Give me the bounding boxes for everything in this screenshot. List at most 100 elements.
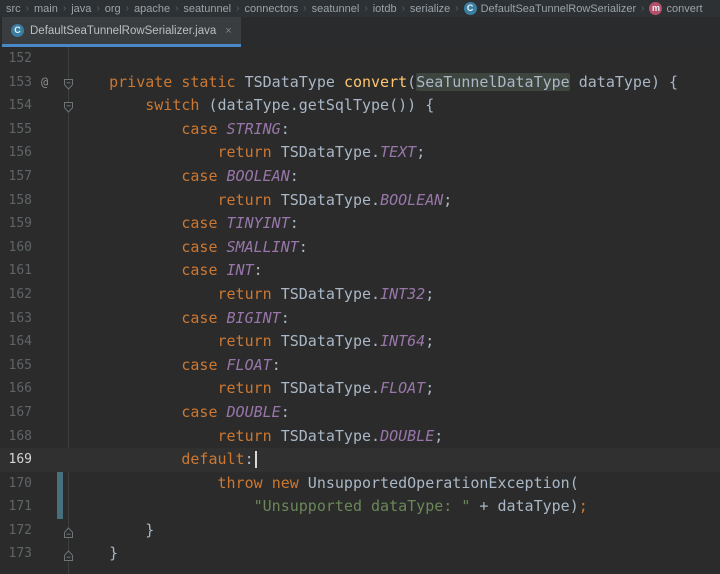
gutter: 169 <box>0 448 73 472</box>
breadcrumb-separator: › <box>236 3 240 14</box>
breadcrumb-item[interactable]: iotdb <box>373 3 397 15</box>
line-number[interactable]: 155 <box>0 118 32 142</box>
editor-tab[interactable]: C DefaultSeaTunnelRowSerializer.java × <box>2 17 241 47</box>
fold-icon[interactable] <box>62 547 75 562</box>
code-token: return <box>217 284 272 303</box>
code-editor[interactable]: 152 153 @ private static TSDataType conver… <box>0 47 720 574</box>
code-line: 157 case BOOLEAN: <box>0 165 720 189</box>
line-number[interactable]: 167 <box>0 401 32 425</box>
line-number[interactable]: 171 <box>0 495 32 519</box>
breadcrumb-item[interactable]: seatunnel <box>312 3 360 15</box>
breadcrumb-item[interactable]: org <box>105 3 121 15</box>
breadcrumb-item[interactable]: connectors <box>244 3 298 15</box>
breadcrumb-label: main <box>34 2 58 15</box>
line-number[interactable]: 170 <box>0 472 32 496</box>
line-number[interactable]: 169 <box>0 448 32 472</box>
code-token: BOOLEAN <box>226 166 290 185</box>
code-line: 166 return TSDataType.FLOAT; <box>0 377 720 401</box>
code-text[interactable]: return TSDataType.TEXT; <box>73 141 426 165</box>
code-text[interactable]: return TSDataType.DOUBLE; <box>73 425 444 449</box>
code-token: : <box>280 119 290 138</box>
line-number[interactable]: 172 <box>0 519 32 543</box>
gutter: 156 <box>0 141 73 165</box>
code-text[interactable]: case BIGINT: <box>73 307 290 331</box>
line-number[interactable]: 165 <box>0 354 32 378</box>
code-line: 169 default: <box>0 448 720 472</box>
breadcrumb-separator: › <box>303 3 307 14</box>
breadcrumb-label: java <box>71 2 92 15</box>
breadcrumb-item[interactable]: serialize <box>410 3 450 15</box>
line-number[interactable]: 156 <box>0 141 32 165</box>
annotation-icon: @ <box>41 74 49 89</box>
line-number[interactable]: 158 <box>0 189 32 213</box>
code-text[interactable]: return TSDataType.BOOLEAN; <box>73 189 453 213</box>
line-number[interactable]: 166 <box>0 377 32 401</box>
code-text[interactable]: throw new UnsupportedOperationException( <box>73 472 579 496</box>
code-text[interactable]: private static TSDataType convert(SeaTun… <box>73 71 678 95</box>
code-token: return <box>217 332 272 351</box>
code-token: TSDataType. <box>271 190 381 209</box>
breadcrumb-label: iotdb <box>372 2 397 15</box>
code-line: 165 case FLOAT: <box>0 354 720 378</box>
breadcrumb-item[interactable]: m convert <box>649 2 703 15</box>
breadcrumb-item[interactable]: main <box>34 3 58 15</box>
fold-icon[interactable] <box>62 99 75 113</box>
code-text[interactable]: return TSDataType.FLOAT; <box>73 377 435 401</box>
line-number[interactable]: 162 <box>0 283 32 307</box>
code-token: ; <box>425 332 435 351</box>
fold-icon[interactable] <box>62 524 75 538</box>
line-number[interactable]: 160 <box>0 236 32 260</box>
code-token: TEXT <box>380 143 417 162</box>
code-token: static <box>181 72 236 91</box>
code-text[interactable]: default: <box>73 448 257 472</box>
gutter: 168 <box>0 425 73 449</box>
breadcrumb-item[interactable]: seatunnel <box>183 3 231 15</box>
line-number[interactable]: 161 <box>0 259 32 283</box>
line-number[interactable]: 163 <box>0 307 32 331</box>
code-token: ; <box>578 497 588 516</box>
line-number[interactable]: 153 <box>0 71 32 95</box>
breadcrumb-item[interactable]: src <box>6 3 21 15</box>
line-number[interactable]: 154 <box>0 94 32 118</box>
breadcrumb-item[interactable]: java <box>71 3 91 15</box>
line-number[interactable]: 159 <box>0 212 32 236</box>
line-number[interactable]: 173 <box>0 542 32 566</box>
line-number[interactable]: 168 <box>0 425 32 449</box>
code-text[interactable]: } <box>73 542 118 566</box>
code-token: : <box>280 308 290 327</box>
tab-close-icon[interactable]: × <box>225 25 231 37</box>
code-text[interactable]: case FLOAT: <box>73 354 280 378</box>
code-token: FLOAT <box>380 379 426 398</box>
code-token: case <box>181 214 218 233</box>
breadcrumb-item[interactable]: C DefaultSeaTunnelRowSerializer <box>463 2 636 15</box>
code-token: : <box>280 402 290 421</box>
breadcrumb-item[interactable]: apache <box>134 3 170 15</box>
line-number[interactable]: 164 <box>0 330 32 354</box>
gutter: 152 <box>0 47 73 71</box>
code-token: } <box>73 544 119 563</box>
code-text[interactable]: } <box>73 519 154 543</box>
code-token: ; <box>416 143 426 162</box>
code-text[interactable]: return TSDataType.INT64; <box>73 330 435 354</box>
code-text[interactable]: case TINYINT: <box>73 212 298 236</box>
code-text[interactable]: case INT: <box>73 259 262 283</box>
fold-icon[interactable] <box>62 76 75 90</box>
code-token: BIGINT <box>226 308 281 327</box>
code-text[interactable]: switch (dataType.getSqlType()) { <box>73 94 434 118</box>
line-number[interactable]: 157 <box>0 165 32 189</box>
gutter: 153 @ <box>0 71 73 95</box>
code-text[interactable]: case BOOLEAN: <box>73 165 298 189</box>
code-text[interactable]: "Unsupported dataType: " + dataType); <box>73 495 588 519</box>
code-text[interactable]: case SMALLINT: <box>73 236 307 260</box>
code-text[interactable]: case DOUBLE: <box>73 401 290 425</box>
code-text[interactable]: return TSDataType.INT32; <box>73 283 435 307</box>
text-caret <box>254 451 257 469</box>
line-number[interactable]: 152 <box>0 47 32 71</box>
code-text[interactable]: case STRING: <box>73 118 290 142</box>
